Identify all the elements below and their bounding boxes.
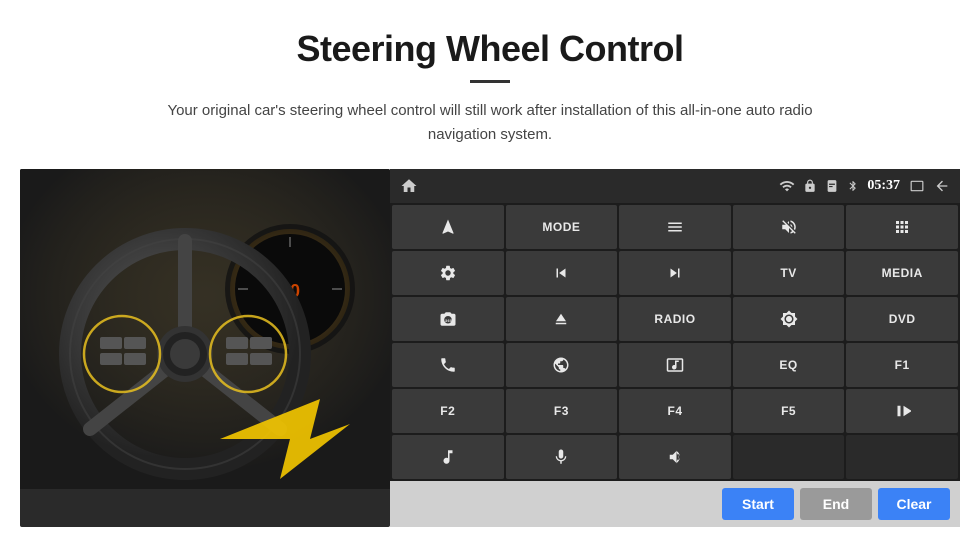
dvd-button[interactable]: DVD — [846, 297, 958, 341]
apps-button[interactable] — [846, 205, 958, 249]
title-divider — [470, 80, 510, 83]
status-bar-left — [400, 177, 418, 195]
tv-button[interactable]: TV — [733, 251, 845, 295]
home-icon — [400, 177, 418, 195]
radio-button[interactable]: RADIO — [619, 297, 731, 341]
phone-button[interactable] — [392, 343, 504, 387]
menu-button[interactable] — [619, 205, 731, 249]
start-button[interactable]: Start — [722, 488, 794, 520]
status-bar: 05:37 — [390, 169, 960, 203]
bluetooth-icon — [847, 179, 859, 193]
clear-button[interactable]: Clear — [878, 488, 950, 520]
f4-button[interactable]: F4 — [619, 389, 731, 433]
action-bar: Start End Clear — [390, 481, 960, 527]
empty2-button — [846, 435, 958, 479]
screen2-button[interactable] — [619, 343, 731, 387]
content-area: 60 — [20, 169, 960, 527]
browse-button[interactable] — [506, 343, 618, 387]
button-grid: MODE TV — [390, 203, 960, 481]
f2-button[interactable]: F2 — [392, 389, 504, 433]
wifi-icon — [779, 178, 795, 194]
end-button[interactable]: End — [800, 488, 872, 520]
nav-button[interactable] — [392, 205, 504, 249]
mute-button[interactable] — [733, 205, 845, 249]
eject-button[interactable] — [506, 297, 618, 341]
empty1-button — [733, 435, 845, 479]
lock-icon — [803, 179, 817, 193]
prev-button[interactable] — [506, 251, 618, 295]
next-button[interactable] — [619, 251, 731, 295]
mic-button[interactable] — [506, 435, 618, 479]
vol-button[interactable] — [619, 435, 731, 479]
sim-icon — [825, 179, 839, 193]
mode-button[interactable]: MODE — [506, 205, 618, 249]
status-time: 05:37 — [867, 178, 900, 194]
page-title: Steering Wheel Control — [296, 28, 683, 70]
music-button[interactable] — [392, 435, 504, 479]
back-icon — [934, 178, 950, 194]
control-panel: 05:37 MODE — [390, 169, 960, 527]
brightness-button[interactable] — [733, 297, 845, 341]
svg-text:360: 360 — [445, 319, 452, 323]
media-button[interactable]: MEDIA — [846, 251, 958, 295]
camera360-button[interactable]: 360 — [392, 297, 504, 341]
steering-wheel-image: 60 — [20, 169, 390, 527]
status-bar-right: 05:37 — [779, 178, 950, 194]
f5-button[interactable]: F5 — [733, 389, 845, 433]
f1-button[interactable]: F1 — [846, 343, 958, 387]
page-subtitle: Your original car's steering wheel contr… — [150, 99, 830, 147]
settings-button[interactable] — [392, 251, 504, 295]
screen-mirror-icon — [908, 179, 926, 193]
page-wrapper: Steering Wheel Control Your original car… — [0, 0, 980, 544]
f3-button[interactable]: F3 — [506, 389, 618, 433]
eq-button[interactable]: EQ — [733, 343, 845, 387]
playpause-button[interactable] — [846, 389, 958, 433]
